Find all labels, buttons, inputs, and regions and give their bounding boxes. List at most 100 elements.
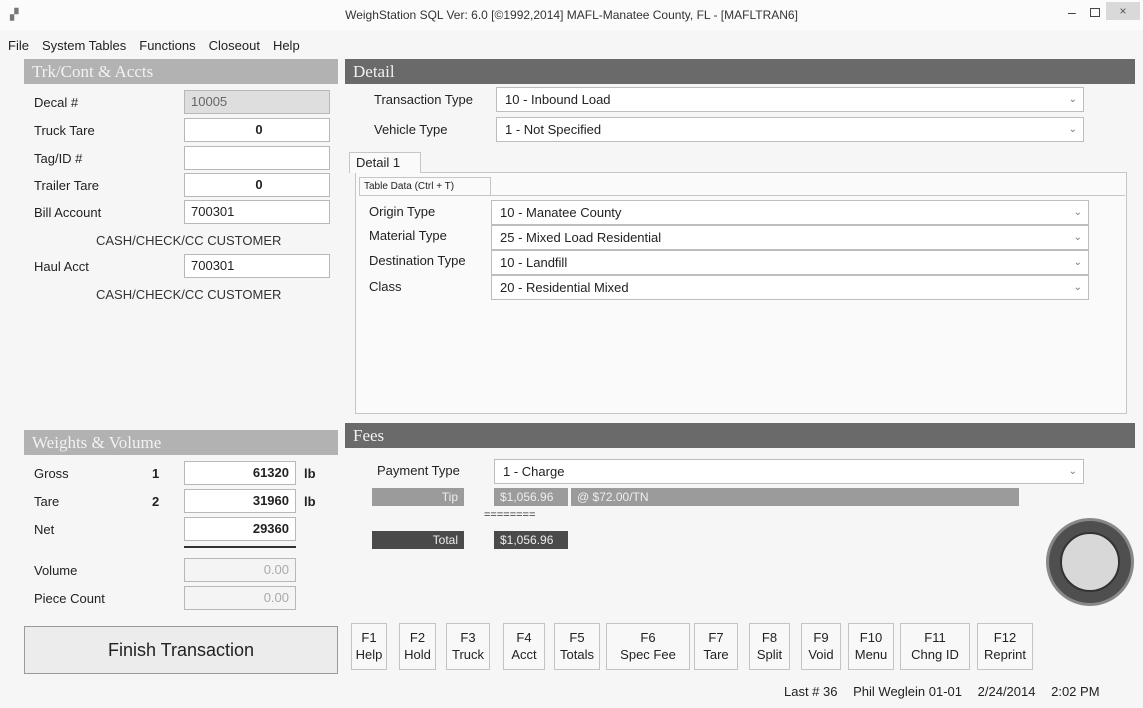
material-type-value: 25 - Mixed Load Residential bbox=[500, 230, 662, 245]
truck-tare-field[interactable]: 0 bbox=[184, 118, 330, 142]
f3-key: F3 bbox=[460, 630, 476, 645]
net-weight-field[interactable]: 29360 bbox=[184, 517, 296, 541]
maximize-button[interactable] bbox=[1090, 8, 1100, 17]
chevron-down-icon: ⌄ bbox=[1073, 257, 1082, 268]
f9-label: Void bbox=[808, 647, 834, 662]
f2-hold-button[interactable]: F2 Hold bbox=[399, 623, 436, 670]
chevron-down-icon: ⌄ bbox=[1073, 207, 1082, 218]
vehicle-type-select[interactable]: 1 - Not Specified ⌄ bbox=[496, 117, 1084, 142]
destination-type-label: Destination Type bbox=[369, 253, 466, 268]
f8-key: F8 bbox=[761, 630, 778, 645]
net-underline bbox=[184, 546, 296, 548]
f3-label: Truck bbox=[451, 647, 485, 662]
f6-spec-fee-button[interactable]: F6 Spec Fee bbox=[606, 623, 690, 670]
tip-rate: @ $72.00/TN bbox=[571, 488, 1019, 506]
status-bar: Last # 36 Phil Weglein 01-01 2/24/2014 2… bbox=[784, 684, 1100, 699]
f1-label: Help bbox=[355, 647, 383, 662]
bill-customer-name: CASH/CHECK/CC CUSTOMER bbox=[96, 233, 282, 248]
f9-key: F9 bbox=[813, 630, 829, 645]
total-label: Total bbox=[372, 531, 464, 549]
volume-field[interactable]: 0.00 bbox=[184, 558, 296, 582]
decal-field[interactable]: 10005 bbox=[184, 90, 330, 114]
transaction-type-label: Transaction Type bbox=[374, 92, 473, 107]
chevron-down-icon: ⌄ bbox=[1068, 124, 1077, 135]
truck-tare-label: Truck Tare bbox=[34, 123, 95, 138]
tip-amount: $1,056.96 bbox=[494, 488, 568, 506]
origin-type-label: Origin Type bbox=[369, 204, 436, 219]
menu-closeout[interactable]: Closeout bbox=[209, 38, 260, 56]
f3-truck-button[interactable]: F3 Truck bbox=[446, 623, 490, 670]
f4-label: Acct bbox=[511, 647, 537, 662]
f4-acct-button[interactable]: F4 Acct bbox=[503, 623, 545, 670]
tab-table-data[interactable]: Table Data (Ctrl + T) bbox=[359, 177, 491, 195]
f6-label: Spec Fee bbox=[620, 647, 676, 662]
menu-system-tables[interactable]: System Tables bbox=[42, 38, 126, 56]
detail-header: Detail bbox=[345, 59, 1135, 84]
menu-functions[interactable]: Functions bbox=[139, 38, 195, 56]
f12-reprint-button[interactable]: F12 Reprint bbox=[977, 623, 1033, 670]
payment-type-value: 1 - Charge bbox=[503, 464, 565, 479]
payment-type-select[interactable]: 1 - Charge ⌄ bbox=[494, 459, 1084, 484]
trailer-tare-label: Trailer Tare bbox=[34, 178, 100, 193]
f8-split-button[interactable]: F8 Split bbox=[749, 623, 790, 670]
tab-detail-1[interactable]: Detail 1 bbox=[349, 152, 421, 173]
payment-type-label: Payment Type bbox=[377, 463, 460, 478]
gross-unit: lb bbox=[304, 466, 316, 481]
tare-unit: lb bbox=[304, 494, 316, 509]
fees-header: Fees bbox=[345, 423, 1135, 448]
f4-key: F4 bbox=[516, 630, 532, 645]
tare-label: Tare bbox=[34, 494, 60, 509]
f2-label: Hold bbox=[404, 647, 431, 662]
destination-type-value: 10 - Landfill bbox=[500, 255, 568, 270]
haul-account-label: Haul Acct bbox=[34, 259, 89, 274]
f6-key: F6 bbox=[640, 630, 656, 645]
status-time: 2:02 PM bbox=[1051, 684, 1100, 699]
gross-weight-field[interactable]: 61320 bbox=[184, 461, 296, 485]
net-label: Net bbox=[34, 522, 55, 537]
f12-key: F12 bbox=[993, 630, 1017, 645]
chevron-down-icon: ⌄ bbox=[1068, 94, 1077, 105]
haul-account-field[interactable]: 700301 bbox=[184, 254, 330, 278]
piece-count-field[interactable]: 0.00 bbox=[184, 586, 296, 610]
bill-account-label: Bill Account bbox=[34, 205, 102, 220]
chevron-down-icon: ⌄ bbox=[1073, 282, 1082, 293]
class-value: 20 - Residential Mixed bbox=[500, 280, 629, 295]
origin-type-select[interactable]: 10 - Manatee County ⌄ bbox=[491, 200, 1089, 225]
transaction-type-select[interactable]: 10 - Inbound Load ⌄ bbox=[496, 87, 1084, 112]
tare-weight-field[interactable]: 31960 bbox=[184, 489, 296, 513]
chevron-down-icon: ⌄ bbox=[1073, 232, 1082, 243]
bill-account-field[interactable]: 700301 bbox=[184, 200, 330, 224]
window-title: WeighStation SQL Ver: 6.0 [©1992,2014] M… bbox=[345, 8, 798, 22]
menu-help[interactable]: Help bbox=[273, 38, 300, 56]
f2-key: F2 bbox=[409, 630, 426, 645]
close-button[interactable]: × bbox=[1106, 2, 1140, 20]
f12-label: Reprint bbox=[984, 647, 1026, 662]
f5-totals-button[interactable]: F5 Totals bbox=[554, 623, 600, 670]
minimize-button[interactable]: – bbox=[1068, 4, 1076, 20]
material-type-select[interactable]: 25 - Mixed Load Residential ⌄ bbox=[491, 225, 1089, 250]
f5-label: Totals bbox=[560, 647, 594, 662]
tab-divider bbox=[359, 195, 1125, 196]
destination-type-select[interactable]: 10 - Landfill ⌄ bbox=[491, 250, 1089, 275]
class-select[interactable]: 20 - Residential Mixed ⌄ bbox=[491, 275, 1089, 300]
trailer-tare-field[interactable]: 0 bbox=[184, 173, 330, 197]
tag-id-field[interactable] bbox=[184, 146, 330, 170]
class-label: Class bbox=[369, 279, 402, 294]
total-amount: $1,056.96 bbox=[494, 531, 568, 549]
status-last-number: Last # 36 bbox=[784, 684, 838, 699]
f10-menu-button[interactable]: F10 Menu bbox=[848, 623, 894, 670]
fee-separator: ======== bbox=[484, 509, 536, 521]
weights-header: Weights & Volume bbox=[24, 430, 338, 455]
f1-help-button[interactable]: F1 Help bbox=[351, 623, 387, 670]
f7-tare-button[interactable]: F7 Tare bbox=[694, 623, 738, 670]
f7-label: Tare bbox=[703, 647, 729, 662]
f1-key: F1 bbox=[361, 630, 377, 645]
finish-transaction-button[interactable]: Finish Transaction bbox=[24, 626, 338, 674]
f11-key: F11 bbox=[924, 630, 946, 645]
gross-label: Gross bbox=[34, 466, 69, 481]
haul-customer-name: CASH/CHECK/CC CUSTOMER bbox=[96, 287, 282, 302]
f11-chng-id-button[interactable]: F11 Chng ID bbox=[900, 623, 970, 670]
f9-void-button[interactable]: F9 Void bbox=[801, 623, 841, 670]
menu-file[interactable]: File bbox=[8, 38, 29, 56]
status-date: 2/24/2014 bbox=[977, 684, 1036, 699]
